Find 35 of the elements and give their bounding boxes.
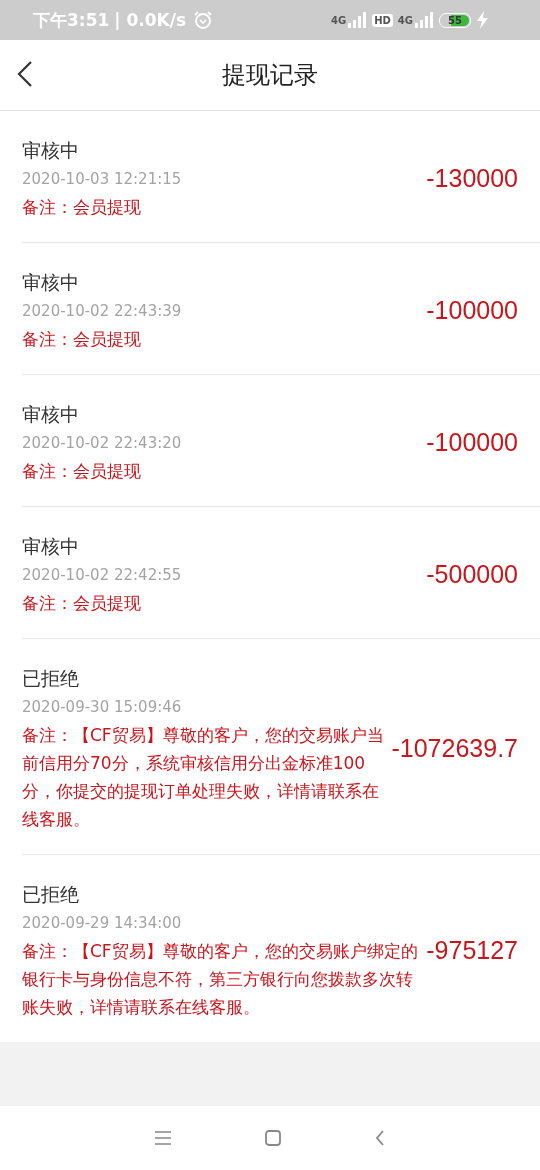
record-note: 备注：【CF贸易】尊敬的客户，您的交易账户绑定的银行卡与身份信息不符，第三方银行向您拨款多次转账失败，详情请联系在线客服。	[22, 940, 419, 1019]
record-amount: -500000	[426, 560, 518, 589]
network-type: 4G	[331, 15, 347, 26]
record-note: 备注：会员提现	[22, 328, 142, 351]
record-time: 2020-10-02 22:43:39	[22, 301, 183, 322]
record-status: 审核中	[22, 270, 80, 295]
record-status: 已拒绝	[22, 666, 80, 691]
record-status: 审核中	[22, 138, 80, 163]
record-time: 2020-09-30 15:09:46	[22, 697, 183, 718]
record-time: 2020-10-03 12:21:15	[22, 169, 183, 190]
record-amount: -130000	[426, 164, 518, 193]
record-note: 备注：会员提现	[22, 196, 142, 219]
back-icon[interactable]	[374, 1129, 386, 1147]
alarm-clock-icon	[193, 10, 214, 30]
record-amount: -100000	[426, 428, 518, 457]
record-note: 备注：会员提现	[22, 592, 142, 615]
menu-icon[interactable]	[154, 1131, 172, 1145]
page-title: 提现记录	[222, 60, 318, 91]
record-note: 备注：【CF贸易】尊敬的客户，您的交易账户当前信用分70分，系统审核信用分出金标准100分，你提交的提现订单处理失败，详情请联系在线客服。	[22, 724, 385, 831]
record-note: 备注：会员提现	[22, 460, 142, 483]
record-time: 2020-09-29 14:34:00	[22, 913, 183, 934]
record-amount: -1072639.7	[391, 734, 518, 763]
record-amount: -100000	[426, 296, 518, 325]
network-type: 4G	[397, 15, 413, 26]
record-status: 审核中	[22, 534, 80, 559]
record-status: 已拒绝	[22, 882, 80, 907]
signal-icon	[347, 12, 368, 28]
record-time: 2020-10-02 22:43:20	[22, 433, 183, 454]
signal-icon	[414, 12, 434, 28]
hd-badge: HD	[372, 13, 393, 27]
charging-bolt-icon	[476, 11, 490, 29]
record-status: 审核中	[22, 402, 80, 427]
record-time: 2020-10-02 22:42:55	[22, 565, 183, 586]
home-square-icon[interactable]	[264, 1129, 282, 1147]
record-amount: -975127	[426, 936, 518, 965]
